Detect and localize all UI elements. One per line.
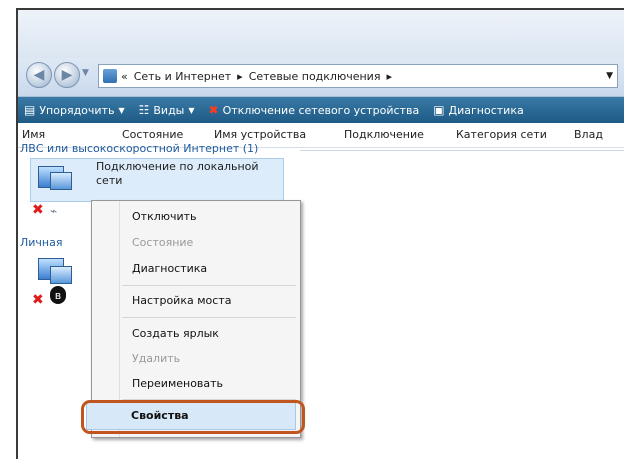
- breadcrumb-separator[interactable]: ▸: [386, 70, 392, 83]
- menu-item-delete: Удалить: [132, 352, 181, 365]
- bluetooth-computer-icon: [36, 258, 72, 288]
- menu-item-disable[interactable]: Отключить: [132, 210, 197, 223]
- breadcrumb-overflow[interactable]: «: [121, 70, 128, 83]
- views-button[interactable]: ☷ Виды ▼: [139, 103, 195, 117]
- disable-device-button[interactable]: ✖ Отключение сетевого устройства: [209, 103, 420, 117]
- title-bar: [18, 10, 624, 58]
- group-divider: [300, 150, 624, 151]
- diagnostics-icon: ▣: [433, 103, 445, 117]
- disconnected-x-icon: ✖: [32, 202, 44, 218]
- column-header-network-category[interactable]: Категория сети: [456, 128, 547, 141]
- menu-item-diagnostics[interactable]: Диагностика: [132, 262, 207, 275]
- organize-button[interactable]: ▤ Упорядочить ▼: [24, 103, 125, 117]
- menu-item-rename[interactable]: Переименовать: [132, 377, 223, 390]
- address-dropdown-icon[interactable]: ▼: [606, 71, 613, 81]
- chevron-down-icon: ▼: [118, 105, 125, 115]
- breadcrumb-network-connections[interactable]: Сетевые подключения: [249, 70, 381, 83]
- chevron-down-icon: ▼: [188, 105, 195, 115]
- command-bar: ▤ Упорядочить ▼ ☷ Виды ▼ ✖ Отключение се…: [18, 97, 624, 123]
- menu-separator: [122, 285, 296, 286]
- forward-arrow-icon: ▶: [61, 67, 73, 83]
- column-header-connection[interactable]: Подключение: [344, 128, 424, 141]
- breadcrumb-separator[interactable]: ▸: [237, 70, 243, 83]
- network-folder-icon: [103, 69, 117, 83]
- column-header-device-name[interactable]: Имя устройства: [214, 128, 306, 141]
- views-icon: ☷: [138, 103, 150, 117]
- cable-icon: ⌁: [50, 204, 58, 218]
- properties-callout-ring: [81, 400, 305, 434]
- network-computer-icon: [36, 166, 72, 194]
- menu-item-bridge[interactable]: Настройка моста: [132, 294, 231, 307]
- diagnostics-button[interactable]: ▣ Диагностика: [433, 103, 524, 117]
- address-field[interactable]: « Сеть и Интернет ▸ Сетевые подключения …: [98, 64, 618, 88]
- group-header-personal[interactable]: Личная: [20, 236, 62, 249]
- red-x-icon: ✖: [208, 103, 219, 117]
- lan-connection-label[interactable]: Подключение по локальной сети: [96, 160, 286, 188]
- column-header-name[interactable]: Имя: [22, 128, 45, 141]
- menu-item-create-shortcut[interactable]: Создать ярлык: [132, 327, 219, 340]
- disconnected-x-icon: ✖: [32, 292, 44, 308]
- back-arrow-icon: ◀: [33, 67, 45, 83]
- menu-separator: [122, 317, 296, 318]
- breadcrumb-network-internet[interactable]: Сеть и Интернет: [134, 70, 231, 83]
- history-dropdown-icon[interactable]: ▼: [82, 68, 89, 78]
- column-header-owner[interactable]: Влад: [574, 128, 603, 141]
- column-header-status[interactable]: Состояние: [122, 128, 183, 141]
- back-button[interactable]: ◀: [26, 62, 52, 88]
- organize-icon: ▤: [24, 103, 36, 117]
- bluetooth-icon: ʙ: [50, 286, 66, 304]
- address-bar: ◀ ▶ ▼ « Сеть и Интернет ▸ Сетевые подклю…: [18, 58, 624, 97]
- forward-button[interactable]: ▶: [54, 62, 80, 88]
- group-header-lan[interactable]: ЛВС или высокоскоростной Интернет (1): [20, 142, 258, 155]
- menu-item-status: Состояние: [132, 236, 194, 249]
